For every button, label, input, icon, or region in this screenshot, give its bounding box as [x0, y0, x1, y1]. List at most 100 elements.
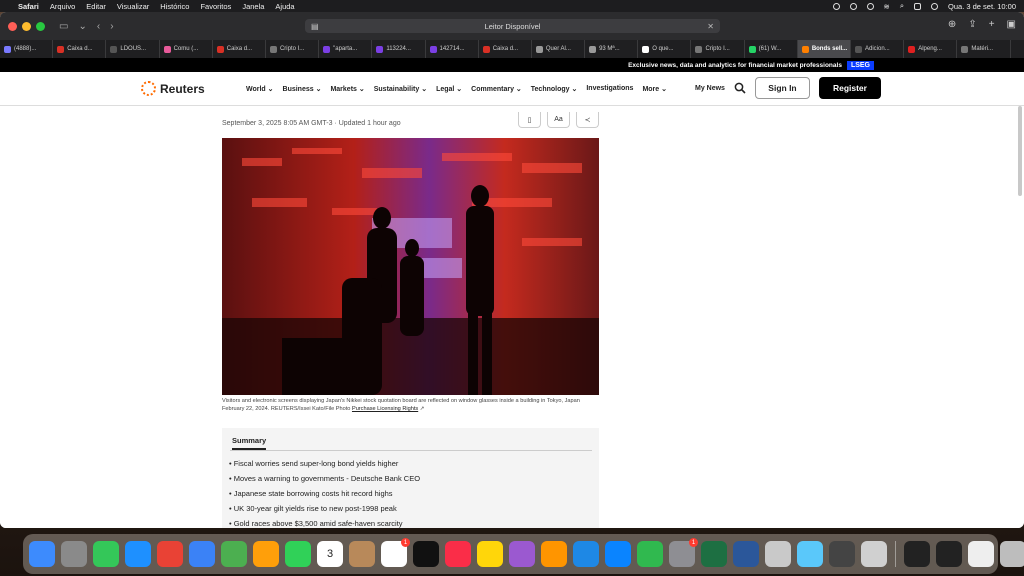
- browser-tab[interactable]: 142714...: [426, 40, 479, 58]
- messages-icon[interactable]: [93, 541, 119, 567]
- scrollbar-thumb[interactable]: [1018, 106, 1022, 196]
- tab-overview-icon[interactable]: ▣: [1007, 19, 1016, 30]
- search-icon[interactable]: [734, 82, 746, 94]
- new-tab-icon[interactable]: +: [989, 19, 995, 30]
- app-store-icon[interactable]: [605, 541, 631, 567]
- nav-sustainability[interactable]: Sustainability ⌄: [374, 85, 427, 93]
- browser-tab[interactable]: Cripto I...: [266, 40, 320, 58]
- nav-technology[interactable]: Technology ⌄: [531, 85, 578, 93]
- chrome-icon[interactable]: [157, 541, 183, 567]
- calculator-icon[interactable]: [829, 541, 855, 567]
- minimize-window-button[interactable]: [22, 21, 31, 31]
- maps-icon[interactable]: [221, 541, 247, 567]
- text-size-button[interactable]: Aa: [547, 112, 570, 128]
- menu-favoritos[interactable]: Favoritos: [200, 2, 231, 11]
- address-bar[interactable]: ▤ Leitor Disponível ✕: [305, 19, 720, 33]
- nav-commentary[interactable]: Commentary ⌄: [471, 85, 522, 93]
- launchpad-icon[interactable]: [61, 541, 87, 567]
- external-link-icon[interactable]: ↗: [420, 406, 425, 412]
- browser-tab[interactable]: Caixa d...: [53, 40, 107, 58]
- window-thumb-2[interactable]: [936, 541, 962, 567]
- nav-markets[interactable]: Markets ⌄: [330, 85, 364, 93]
- browser-tab[interactable]: 93 Mª...: [585, 40, 639, 58]
- browser-tab[interactable]: (4888)...: [0, 40, 54, 58]
- menu-arquivo[interactable]: Arquivo: [50, 2, 75, 11]
- nav-business[interactable]: Business ⌄: [283, 85, 322, 93]
- browser-tab[interactable]: Matéri...: [957, 40, 1011, 58]
- menu-safari[interactable]: Safari: [18, 2, 39, 11]
- tv-icon[interactable]: [413, 541, 439, 567]
- facetime-icon[interactable]: [285, 541, 311, 567]
- browser-tab[interactable]: Adicion...: [851, 40, 905, 58]
- nav-world[interactable]: World ⌄: [246, 85, 274, 93]
- system-settings-icon[interactable]: 1: [669, 538, 698, 567]
- excel-icon[interactable]: [701, 541, 727, 567]
- my-news-link[interactable]: My News: [695, 85, 725, 92]
- forward-icon[interactable]: ›: [110, 21, 113, 32]
- register-button[interactable]: Register: [818, 77, 881, 99]
- share-icon[interactable]: ≺: [576, 112, 599, 128]
- page-scrollbar[interactable]: [1016, 106, 1024, 528]
- menu-visualizar[interactable]: Visualizar: [117, 2, 149, 11]
- window-thumb-3[interactable]: [968, 541, 994, 567]
- safari-icon[interactable]: [125, 541, 151, 567]
- finder-icon[interactable]: [29, 541, 55, 567]
- powerpoint-icon[interactable]: [765, 541, 791, 567]
- sign-in-button[interactable]: Sign In: [754, 77, 810, 99]
- sidebar-toggle-icon[interactable]: ▭: [59, 21, 68, 32]
- pages-icon[interactable]: [541, 541, 567, 567]
- word-icon[interactable]: [733, 541, 759, 567]
- user-icon[interactable]: [866, 2, 874, 10]
- back-icon[interactable]: ‹: [97, 21, 100, 32]
- preview-icon[interactable]: [797, 541, 823, 567]
- purchase-licensing-link[interactable]: Purchase Licensing Rights: [352, 406, 418, 412]
- control-center-icon[interactable]: [914, 2, 922, 10]
- bookmark-icon[interactable]: ▯: [518, 112, 541, 128]
- zoom-window-button[interactable]: [36, 21, 45, 31]
- menu-ajuda[interactable]: Ajuda: [275, 2, 294, 11]
- browser-tab[interactable]: "aparta...: [319, 40, 373, 58]
- browser-tab[interactable]: 113224...: [372, 40, 426, 58]
- close-window-button[interactable]: [8, 21, 17, 31]
- photos-icon[interactable]: [253, 541, 279, 567]
- reuters-logo[interactable]: Reuters: [141, 81, 205, 96]
- menu-editar[interactable]: Editar: [86, 2, 106, 11]
- browser-tab[interactable]: Caixa d...: [213, 40, 266, 58]
- calendar-icon[interactable]: 3: [317, 541, 343, 567]
- keynote-icon[interactable]: [573, 541, 599, 567]
- browser-tab[interactable]: Cripto I...: [691, 40, 745, 58]
- siri-icon[interactable]: [931, 2, 939, 10]
- browser-tab[interactable]: O que...: [638, 40, 692, 58]
- wifi-icon[interactable]: ≋: [884, 2, 890, 11]
- share-icon[interactable]: ⇪: [968, 19, 976, 30]
- nav-more[interactable]: More ⌄: [642, 85, 667, 93]
- search-icon[interactable]: ⌕: [900, 1, 904, 11]
- numbers-icon[interactable]: [637, 541, 663, 567]
- nav-investigations[interactable]: Investigations: [586, 85, 633, 93]
- menu-historico[interactable]: Histórico: [160, 2, 189, 11]
- browser-tab[interactable]: (61) W...: [745, 40, 798, 58]
- stop-loading-icon[interactable]: ✕: [707, 22, 714, 31]
- browser-tab[interactable]: Caixa d...: [479, 40, 532, 58]
- reader-icon[interactable]: ▤: [311, 22, 319, 31]
- record-icon[interactable]: [832, 2, 840, 10]
- browser-tab[interactable]: Alpeng...: [904, 40, 958, 58]
- browser-tab[interactable]: LDOUS...: [106, 40, 160, 58]
- window-thumb-1[interactable]: [904, 541, 930, 567]
- menu-janela[interactable]: Janela: [242, 2, 264, 11]
- mail-icon[interactable]: [189, 541, 215, 567]
- reminders-icon[interactable]: 1: [381, 538, 410, 567]
- promo-banner[interactable]: Exclusive news, data and analytics for f…: [0, 58, 1024, 72]
- download-icon[interactable]: ⊕: [948, 19, 956, 30]
- vpn-icon[interactable]: [849, 2, 857, 10]
- podcasts-icon[interactable]: [509, 541, 535, 567]
- trash-icon[interactable]: [1000, 541, 1024, 567]
- notes-icon[interactable]: [477, 541, 503, 567]
- browser-tab[interactable]: Comu (...: [160, 40, 213, 58]
- browser-tab[interactable]: Bonds sell...: [797, 40, 851, 58]
- screen-capture-icon[interactable]: [861, 541, 887, 567]
- browser-tab[interactable]: Quer Al...: [532, 40, 586, 58]
- menubar-clock[interactable]: Qua. 3 de set. 10:00: [948, 2, 1016, 11]
- contacts-icon[interactable]: [349, 541, 375, 567]
- nav-legal[interactable]: Legal ⌄: [436, 85, 462, 93]
